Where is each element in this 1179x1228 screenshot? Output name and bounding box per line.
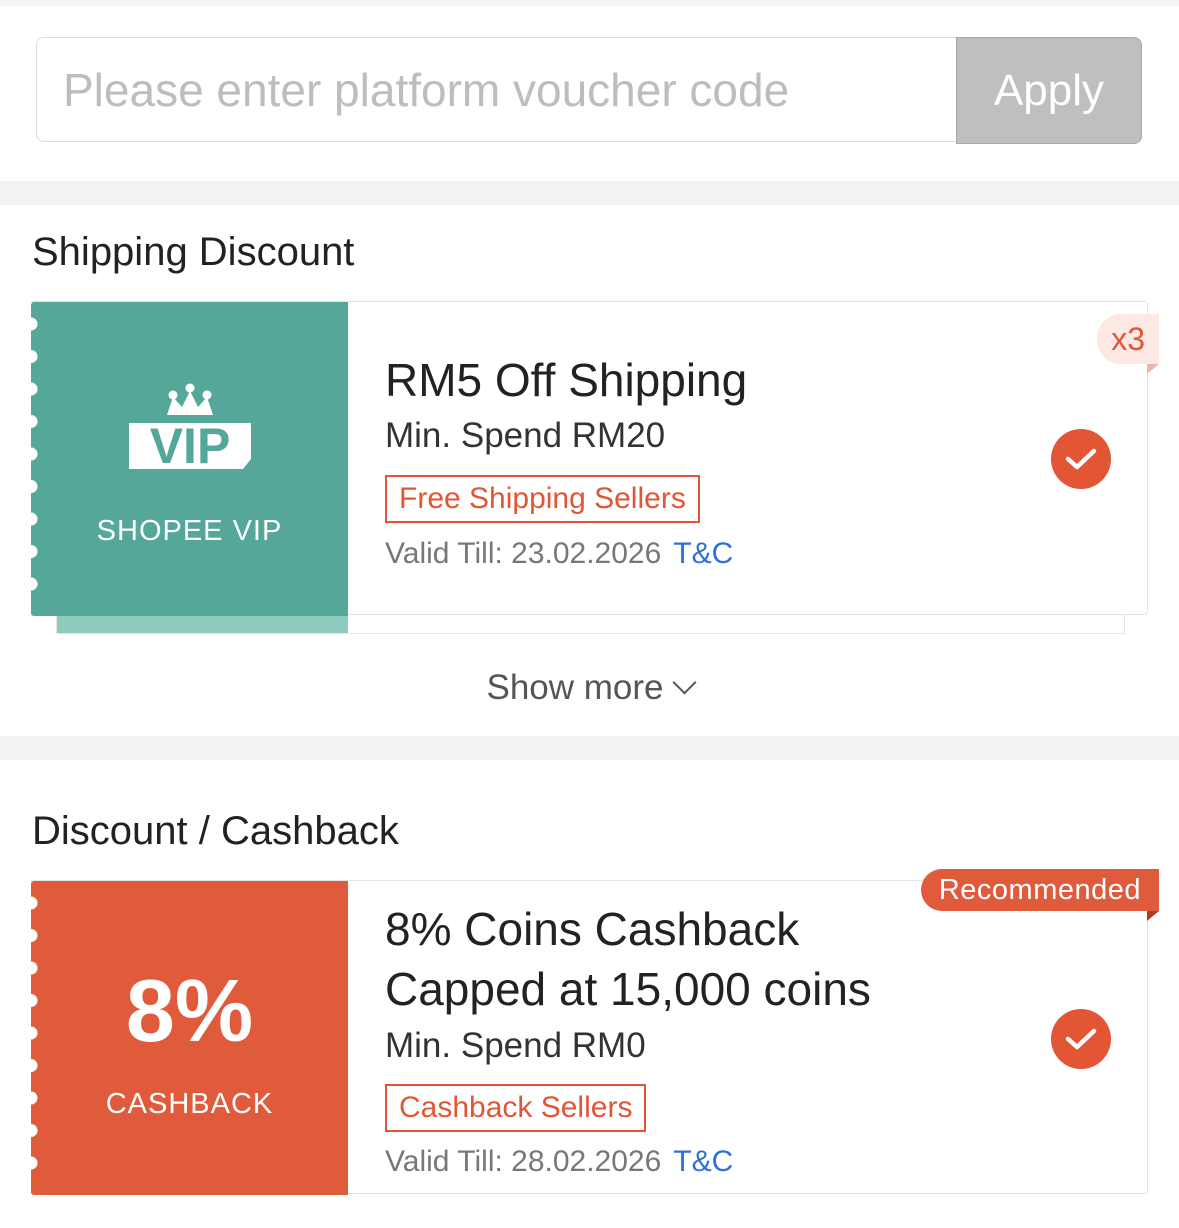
voucher-details: RM5 Off Shipping Min. Spend RM20 Free Sh…	[385, 302, 1147, 614]
quantity-badge: x3	[1097, 314, 1159, 364]
voucher-details: 8% Coins Cashback Capped at 15,000 coins…	[385, 881, 1147, 1193]
apply-button[interactable]: Apply	[956, 37, 1142, 144]
show-more-button[interactable]: Show more	[0, 668, 1179, 708]
cashback-voucher-card[interactable]: 8% CASHBACK 8% Coins Cashback Capped at …	[24, 869, 1159, 1195]
stub-label: SHOPEE VIP	[96, 514, 283, 547]
vip-crown-logo-icon: VIP	[128, 383, 251, 474]
selected-check-icon[interactable]	[1051, 1009, 1111, 1069]
tnc-link[interactable]: T&C	[673, 537, 733, 570]
cashback-voucher-stub: 8% CASHBACK	[24, 881, 348, 1195]
eligibility-tag: Cashback Sellers	[385, 1084, 647, 1132]
voucher-code-bar: Apply	[36, 37, 1142, 144]
section-divider	[0, 736, 1179, 760]
chevron-down-icon	[671, 670, 697, 695]
section-divider	[0, 181, 1179, 205]
vip-logo-text: VIP	[149, 418, 230, 474]
top-edge	[0, 0, 1179, 6]
voucher-code-input[interactable]	[36, 37, 956, 142]
stub-notches	[24, 887, 38, 1187]
valid-till: Valid Till: 23.02.2026 T&C	[385, 537, 733, 571]
show-more-label: Show more	[486, 668, 664, 707]
recommended-badge: Recommended	[920, 869, 1159, 911]
badge-fold	[1147, 364, 1159, 374]
valid-till-text: Valid Till: 23.02.2026	[385, 537, 662, 570]
voucher-title: 8% Coins Cashback	[385, 903, 800, 955]
shipping-discount-title: Shipping Discount	[32, 230, 355, 274]
discount-cashback-title: Discount / Cashback	[32, 809, 399, 853]
stub-notches	[24, 308, 38, 608]
eligibility-tag: Free Shipping Sellers	[385, 475, 700, 523]
badge-fold	[1147, 911, 1159, 921]
tnc-link[interactable]: T&C	[673, 1145, 733, 1178]
vip-voucher-stub: VIP SHOPEE VIP	[24, 302, 348, 616]
shipping-voucher-card[interactable]: VIP SHOPEE VIP RM5 Off Shipping Min. Spe…	[24, 301, 1159, 616]
min-spend: Min. Spend RM0	[385, 1026, 646, 1065]
cashback-percent: 8%	[125, 960, 254, 1060]
voucher-title-cap: Capped at 15,000 coins	[385, 963, 871, 1015]
voucher-title: RM5 Off Shipping	[385, 354, 748, 406]
stub-label: CASHBACK	[105, 1087, 274, 1120]
valid-till-text: Valid Till: 28.02.2026	[385, 1145, 662, 1178]
min-spend: Min. Spend RM20	[385, 416, 666, 455]
selected-check-icon[interactable]	[1051, 429, 1111, 489]
valid-till: Valid Till: 28.02.2026 T&C	[385, 1145, 733, 1179]
